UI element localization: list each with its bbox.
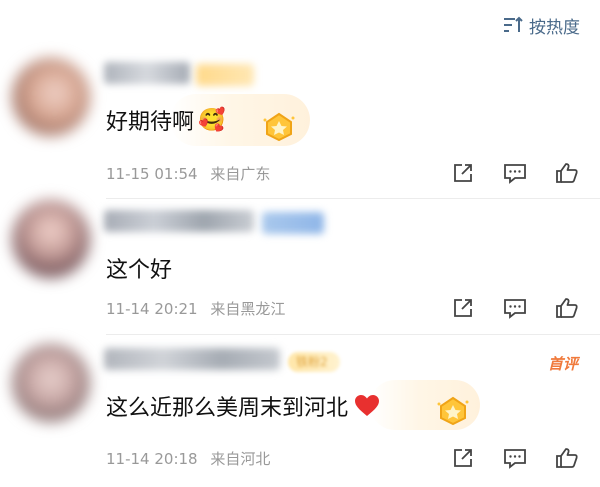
sort-icon [504, 16, 523, 32]
avatar[interactable] [12, 200, 90, 278]
smiling-face-with-flowers-emoji: 🥰 [198, 107, 226, 133]
username[interactable] [104, 62, 190, 84]
avatar[interactable] [12, 344, 90, 422]
gold-medal-icon [437, 396, 469, 426]
user-badge [262, 212, 324, 234]
sort-label: 按热度 [529, 17, 580, 38]
comment-text: 这么近那么美周末到河北 [106, 396, 349, 421]
sort-by-popularity-button[interactable]: 按热度 [503, 13, 580, 38]
comment-icon[interactable] [502, 160, 528, 186]
comment-icon[interactable] [502, 295, 528, 321]
comment-time: 11-14 20:21 [106, 300, 198, 318]
gold-medal-icon [263, 112, 295, 142]
share-icon[interactable] [450, 295, 476, 321]
comment-time: 11-15 01:54 [106, 165, 198, 183]
red-heart-emoji [355, 395, 380, 416]
like-icon[interactable] [554, 295, 580, 321]
first-comment-tag: 首评 [547, 355, 578, 373]
share-icon[interactable] [450, 445, 476, 471]
comment-text: 好期待啊 [106, 110, 195, 135]
avatar[interactable] [12, 58, 90, 136]
comment-location: 来自河北 [210, 450, 271, 468]
share-icon[interactable] [450, 160, 476, 186]
fan-level-badge: 铁粉2 [288, 352, 340, 372]
user-badge [196, 64, 254, 86]
like-icon[interactable] [554, 160, 580, 186]
comment-icon[interactable] [502, 445, 528, 471]
username[interactable] [104, 210, 254, 232]
comment-time: 11-14 20:18 [106, 450, 198, 468]
username[interactable] [104, 348, 280, 370]
comment-location: 来自黑龙江 [210, 300, 286, 318]
comment-location: 来自广东 [210, 165, 271, 183]
comment-text: 这个好 [106, 258, 173, 283]
like-icon[interactable] [554, 445, 580, 471]
